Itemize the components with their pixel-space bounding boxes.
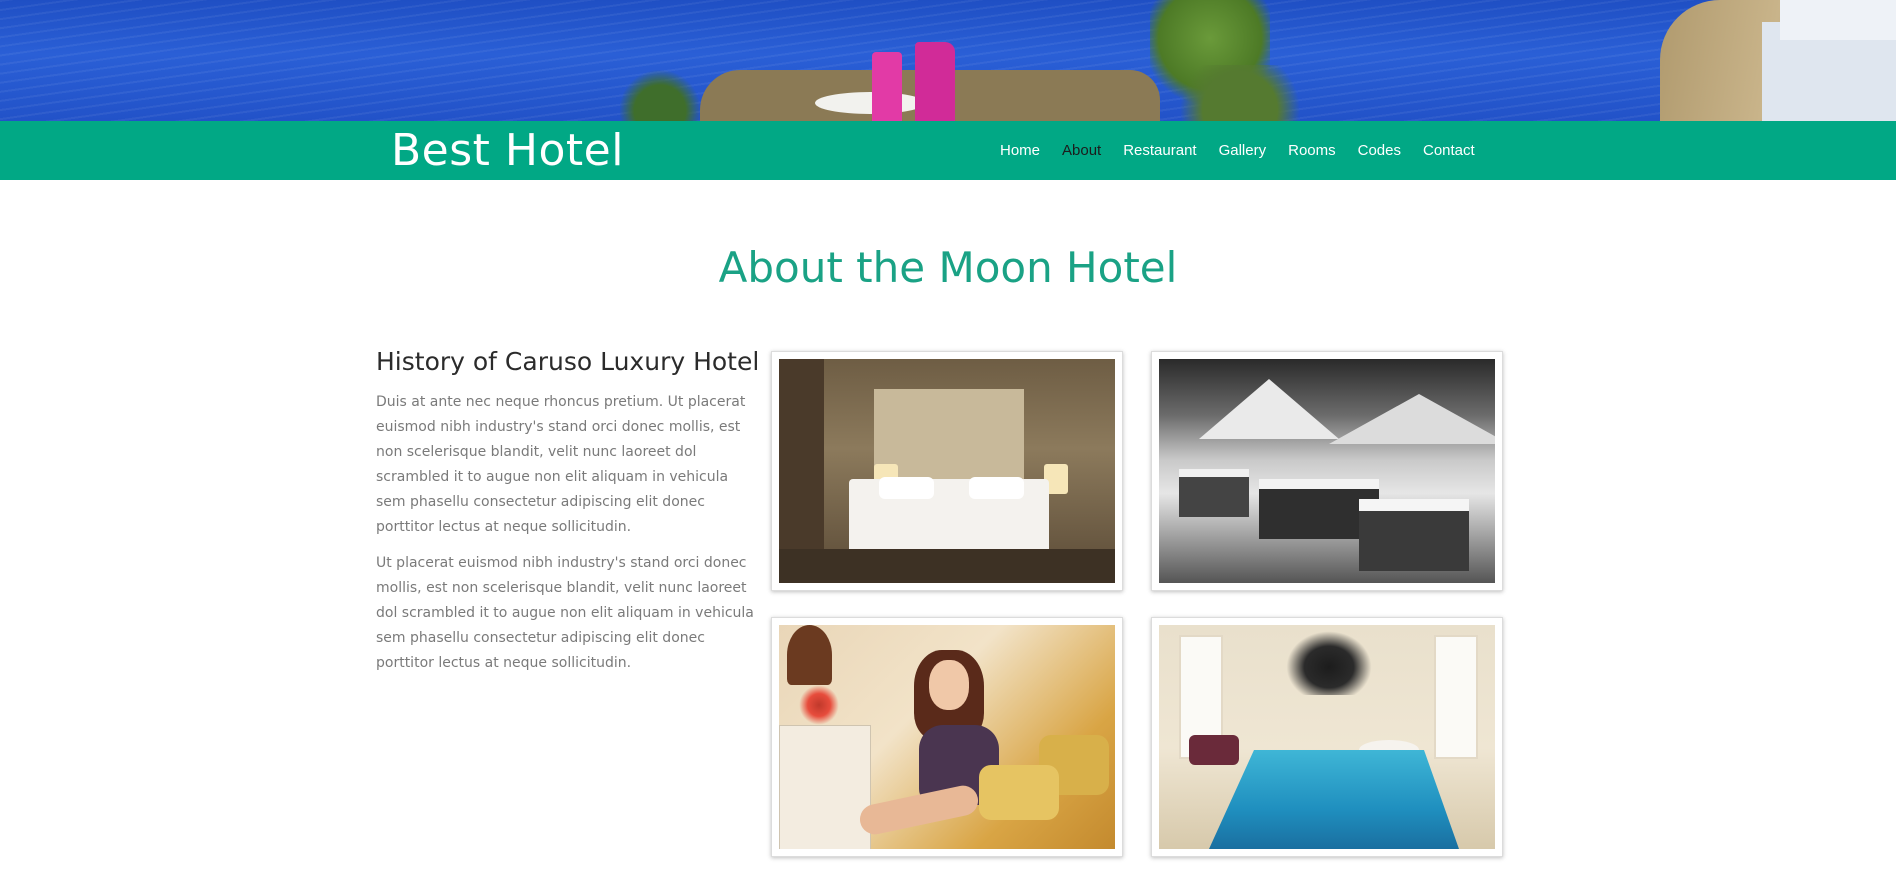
hero-wall <box>1780 0 1896 40</box>
indoor-pool-image <box>1159 625 1495 849</box>
flowers <box>799 685 839 725</box>
hero-table <box>815 92 925 114</box>
pool-window <box>1434 635 1478 759</box>
nav-link-restaurant[interactable]: Restaurant <box>1123 142 1196 159</box>
main-nav: Home About Restaurant Gallery Rooms Code… <box>1000 121 1497 180</box>
history-paragraph: Ut placerat euismod nibh industry's stan… <box>376 555 754 671</box>
gold-pillow <box>979 765 1059 820</box>
chandelier <box>1279 625 1379 695</box>
room-floor <box>779 549 1115 583</box>
nav-link-codes[interactable]: Codes <box>1358 142 1401 159</box>
room-pillow <box>969 477 1024 499</box>
dresser <box>779 725 871 849</box>
pool-sofa <box>1189 735 1239 765</box>
gallery-photo-indoor-pool[interactable] <box>1151 617 1503 857</box>
history-heading: History of Caruso Luxury Hotel <box>376 347 760 376</box>
hero-chair <box>872 52 902 121</box>
nav-link-gallery[interactable]: Gallery <box>1219 142 1267 159</box>
hero-plant <box>1170 65 1310 121</box>
chalet <box>1359 499 1469 571</box>
hero-plant <box>620 70 700 121</box>
history-paragraph: Duis at ante nec neque rhoncus pretium. … <box>376 394 746 535</box>
snowy-village-image <box>1159 359 1495 583</box>
hero-chair <box>915 42 955 121</box>
chalet <box>1179 469 1249 517</box>
woman-with-wine-image <box>779 625 1115 849</box>
nav-link-about[interactable]: About <box>1062 142 1101 159</box>
woman-face <box>929 660 969 710</box>
mountain-peak <box>1329 394 1495 444</box>
hero-banner-image <box>0 0 1896 121</box>
nav-bar: Best Hotel Home About Restaurant Gallery… <box>0 121 1896 180</box>
hotel-room-image <box>779 359 1115 583</box>
table-lamp <box>787 625 832 685</box>
mountain-peak <box>1199 379 1339 439</box>
nav-link-rooms[interactable]: Rooms <box>1288 142 1336 159</box>
gallery-photo-snowy-village[interactable] <box>1151 351 1503 591</box>
nav-link-contact[interactable]: Contact <box>1423 142 1475 159</box>
brand-logo[interactable]: Best Hotel <box>391 121 624 180</box>
room-pillow <box>879 477 934 499</box>
page-title: About the Moon Hotel <box>718 243 1178 292</box>
gallery-photo-woman-wine[interactable] <box>771 617 1123 857</box>
pool-water <box>1209 750 1459 849</box>
nav-link-home[interactable]: Home <box>1000 142 1040 159</box>
gallery-photo-hotel-room[interactable] <box>771 351 1123 591</box>
